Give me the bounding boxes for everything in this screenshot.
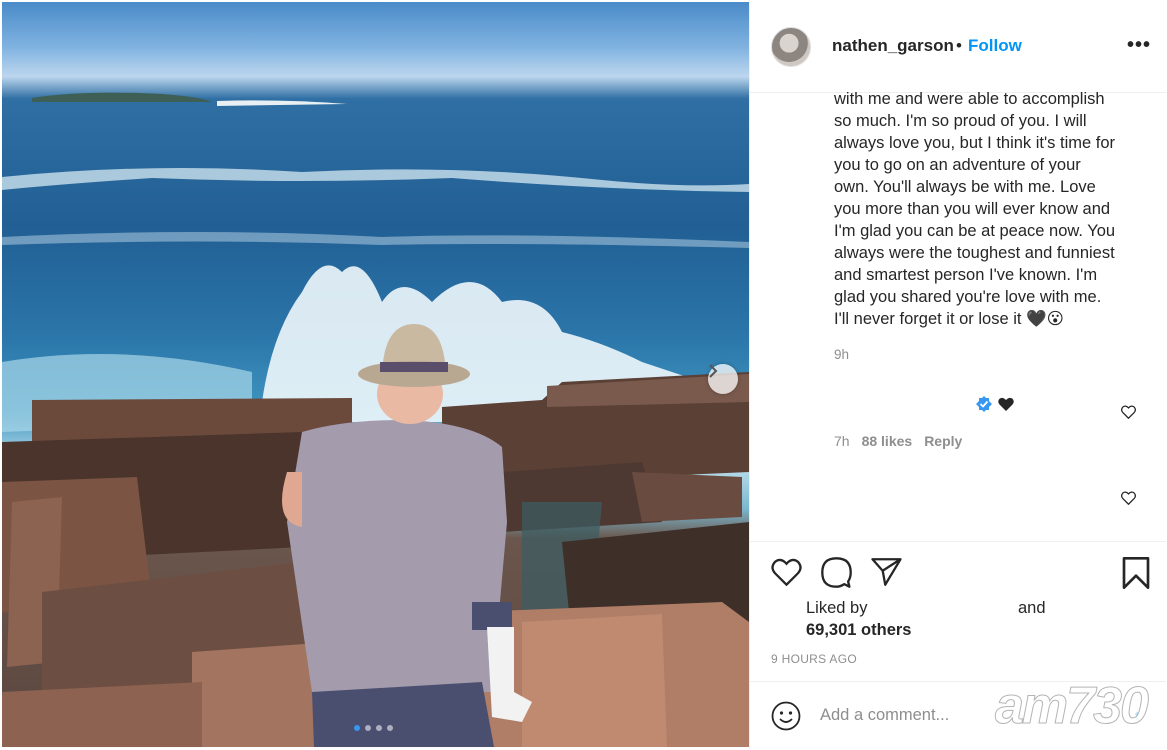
carousel-dot bbox=[387, 725, 393, 731]
emoji-smile-icon[interactable] bbox=[771, 701, 801, 731]
caption-line: always love you, but I think it's time f… bbox=[834, 134, 1116, 152]
share-send-icon[interactable] bbox=[871, 558, 902, 586]
comment-body bbox=[976, 396, 1014, 412]
liked-by-and: and bbox=[1018, 599, 1046, 617]
liked-by-label: Liked by bbox=[806, 599, 868, 617]
follow-button[interactable]: Follow bbox=[968, 36, 1022, 56]
like-heart-icon[interactable] bbox=[771, 558, 802, 586]
comment-meta: 7h 88 likes Reply bbox=[834, 433, 962, 449]
save-bookmark-icon[interactable] bbox=[1122, 557, 1150, 589]
reply-button[interactable]: Reply bbox=[924, 433, 962, 449]
photo-scene bbox=[2, 92, 749, 747]
avatar[interactable] bbox=[771, 27, 811, 67]
comment-likes[interactable]: 88 likes bbox=[862, 433, 913, 449]
carousel-dot bbox=[354, 725, 360, 731]
caption-line: with me and were able to accomplish bbox=[834, 90, 1105, 108]
caption-text: with me and were able to accomplish so m… bbox=[834, 88, 1144, 330]
post-details-pane: nathen_garson • Follow ••• with me and w… bbox=[749, 0, 1167, 749]
caption-timestamp[interactable]: 9h bbox=[834, 347, 849, 362]
likes-count-link[interactable]: 69,301 others bbox=[806, 621, 911, 640]
like-comment-heart-icon[interactable] bbox=[1121, 405, 1136, 419]
instagram-post: nathen_garson • Follow ••• with me and w… bbox=[0, 0, 1167, 749]
next-photo-button[interactable] bbox=[708, 364, 738, 394]
caption-line: so much. I'm so proud of you. I will bbox=[834, 112, 1087, 130]
more-options-icon[interactable]: ••• bbox=[1127, 34, 1151, 57]
post-photo[interactable] bbox=[2, 2, 749, 747]
caption-line: you more than you will ever know and bbox=[834, 200, 1111, 218]
verified-badge-icon bbox=[976, 396, 992, 412]
username-link[interactable]: nathen_garson bbox=[832, 36, 954, 56]
comment-bubble-icon[interactable] bbox=[821, 557, 852, 588]
caption-line: always were the toughest and funniest bbox=[834, 244, 1115, 262]
caption-line: and smartest person I've known. I'm bbox=[834, 266, 1098, 284]
black-heart-icon bbox=[998, 397, 1014, 411]
like-comment-heart-icon[interactable] bbox=[1121, 491, 1136, 505]
carousel-dot bbox=[376, 725, 382, 731]
carousel-indicator bbox=[354, 725, 393, 731]
chevron-right-icon bbox=[709, 364, 718, 378]
caption-line: I'm glad you can be at peace now. You bbox=[834, 222, 1116, 240]
comment-timestamp[interactable]: 7h bbox=[834, 433, 850, 449]
caption-line: glad you shared you're love with me. bbox=[834, 288, 1102, 306]
separator-dot: • bbox=[956, 36, 962, 55]
watermark-logo: am730 bbox=[995, 677, 1150, 736]
carousel-dot bbox=[365, 725, 371, 731]
post-timestamp[interactable]: 9 HOURS AGO bbox=[771, 652, 857, 666]
post-header: nathen_garson • Follow ••• bbox=[750, 0, 1166, 93]
caption-line: own. You'll always be with me. Love bbox=[834, 178, 1096, 196]
add-comment-input[interactable]: Add a comment... bbox=[820, 706, 949, 725]
caption-line: you to go on an adventure of your bbox=[834, 156, 1081, 174]
caption-line: I'll never forget it or lose it 🖤😮 bbox=[834, 310, 1064, 328]
